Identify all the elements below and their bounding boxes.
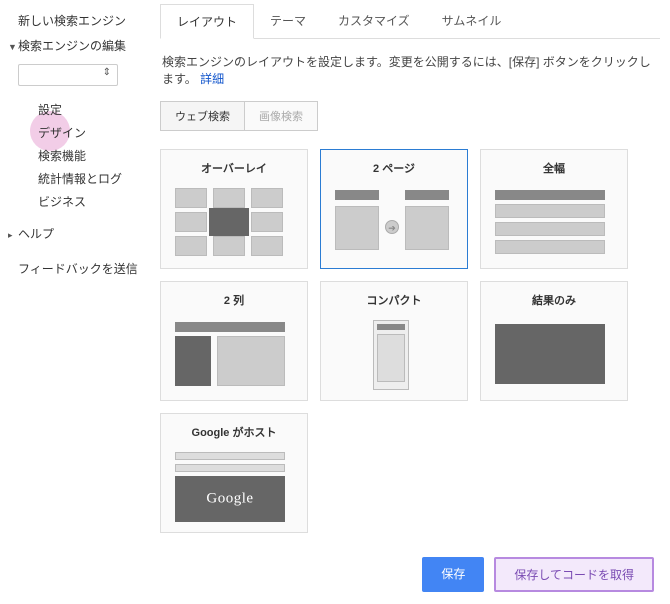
subnav-settings[interactable]: 設定	[38, 98, 150, 121]
chevron-down-icon: ▼	[8, 42, 18, 52]
subnav-business[interactable]: ビジネス	[38, 190, 150, 213]
description: 検索エンジンのレイアウトを設定します。変更を公開するには、[保存] ボタンをクリ…	[160, 39, 660, 101]
details-link[interactable]: 詳細	[200, 72, 224, 86]
chevron-right-icon: ▸	[8, 230, 18, 241]
tab-layout[interactable]: レイアウト	[160, 4, 254, 39]
nav-edit-engine-label: 検索エンジンの編集	[18, 39, 126, 53]
layout-full-width[interactable]: 全幅	[480, 149, 628, 269]
nav-help[interactable]: ▸ヘルプ	[8, 221, 150, 246]
results-only-thumb	[485, 316, 623, 398]
layout-two-page-label: 2 ページ	[325, 154, 463, 184]
layout-compact-label: コンパクト	[325, 286, 463, 316]
arrow-icon: ➔	[385, 220, 399, 234]
layout-compact[interactable]: コンパクト	[320, 281, 468, 401]
subtab-row: ウェブ検索 画像検索	[160, 101, 318, 131]
subnav-search-features[interactable]: 検索機能	[38, 144, 150, 167]
tab-customize[interactable]: カスタマイズ	[322, 4, 426, 38]
layout-full-width-label: 全幅	[485, 154, 623, 184]
layout-google-hosted[interactable]: Google がホスト Google	[160, 413, 308, 533]
tab-row: レイアウト テーマ カスタマイズ サムネイル	[160, 0, 660, 39]
layout-results-only[interactable]: 結果のみ	[480, 281, 628, 401]
nav-new-engine[interactable]: 新しい検索エンジン	[8, 8, 150, 33]
sidebar: 新しい検索エンジン ▼検索エンジンの編集 設定 デザイン 検索機能 統計情報とロ…	[0, 0, 150, 604]
nav-edit-engine[interactable]: ▼検索エンジンの編集	[8, 33, 150, 58]
layout-overlay[interactable]: オーバーレイ	[160, 149, 308, 269]
two-column-thumb	[165, 316, 303, 398]
layout-grid: オーバーレイ 2 ページ	[160, 149, 660, 533]
layout-two-column[interactable]: 2 列	[160, 281, 308, 401]
layout-google-hosted-label: Google がホスト	[165, 418, 303, 448]
save-get-code-button[interactable]: 保存してコードを取得	[494, 557, 654, 592]
button-row: 保存 保存してコードを取得	[160, 533, 660, 604]
two-page-thumb: ➔	[325, 184, 463, 266]
compact-thumb	[325, 316, 463, 398]
subtab-image[interactable]: 画像検索	[244, 102, 317, 130]
sub-nav: 設定 デザイン 検索機能 統計情報とログ ビジネス	[38, 98, 150, 213]
engine-select[interactable]	[18, 64, 118, 86]
nav-new-engine-label: 新しい検索エンジン	[18, 14, 126, 28]
subtab-web[interactable]: ウェブ検索	[161, 102, 244, 130]
save-button[interactable]: 保存	[422, 557, 484, 592]
overlay-thumb	[165, 184, 303, 266]
layout-two-page[interactable]: 2 ページ ➔	[320, 149, 468, 269]
subnav-design[interactable]: デザイン	[38, 121, 150, 144]
layout-results-only-label: 結果のみ	[485, 286, 623, 316]
tab-theme[interactable]: テーマ	[254, 4, 322, 38]
full-width-thumb	[485, 184, 623, 266]
layout-overlay-label: オーバーレイ	[165, 154, 303, 184]
main-panel: レイアウト テーマ カスタマイズ サムネイル 検索エンジンのレイアウトを設定しま…	[150, 0, 670, 604]
layout-two-column-label: 2 列	[165, 286, 303, 316]
nav-help-label: ヘルプ	[18, 227, 54, 241]
google-hosted-thumb: Google	[165, 448, 303, 530]
nav-feedback[interactable]: フィードバックを送信	[18, 256, 150, 281]
tab-thumbnail[interactable]: サムネイル	[426, 4, 518, 38]
google-logo: Google	[175, 491, 285, 508]
description-text: 検索エンジンのレイアウトを設定します。変更を公開するには、[保存] ボタンをクリ…	[162, 55, 651, 86]
subnav-stats-logs[interactable]: 統計情報とログ	[38, 167, 150, 190]
